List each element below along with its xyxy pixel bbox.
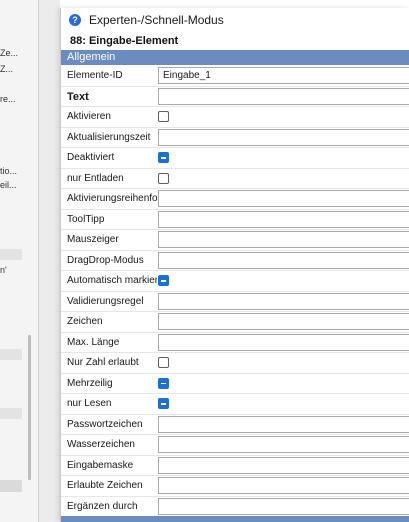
property-input[interactable] <box>158 87 409 105</box>
left-pane-band <box>0 349 22 360</box>
property-checkbox[interactable] <box>158 357 169 368</box>
left-pane-text: re... <box>0 94 16 104</box>
property-label: Nur Zahl erlaubt <box>67 357 139 368</box>
property-row: Wasserzeichen <box>61 435 409 456</box>
property-label: ToolTipp <box>67 213 105 225</box>
property-input[interactable] <box>158 251 409 269</box>
property-label: Validierungsregel <box>67 295 144 307</box>
property-row: Deaktiviert <box>61 148 409 169</box>
property-row: Erlaubte Zeichen <box>61 476 409 497</box>
property-input[interactable] <box>158 436 409 453</box>
property-label: Wasserzeichen <box>67 439 135 450</box>
property-row: ToolTipp <box>61 210 409 230</box>
property-row: Eingabemaske <box>61 456 409 476</box>
window-title: Experten-/Schnell-Modus <box>89 13 224 27</box>
property-label: Mehrzeilig <box>67 377 113 389</box>
left-pane-text: Z... <box>0 64 13 74</box>
property-input[interactable] <box>158 313 409 330</box>
property-row: Nur Zahl erlaubt <box>61 353 409 374</box>
property-row: Passwortzeichen <box>61 415 409 435</box>
property-row: Text <box>61 87 409 107</box>
property-checkbox[interactable] <box>158 275 169 286</box>
property-label: Ergänzen durch <box>67 500 138 512</box>
title-bar: ? Experten-/Schnell-Modus <box>61 8 409 30</box>
property-label: Max. Länge <box>67 336 120 348</box>
property-row: DragDrop-Modus <box>61 251 409 271</box>
property-row: Elemente-ID Eingabe_1 <box>61 66 409 87</box>
property-label: nur Entladen <box>67 172 124 184</box>
property-row: Aktualisierungszeit <box>61 128 409 148</box>
property-label: DragDrop-Modus <box>67 254 144 266</box>
property-row: Mehrzeilig <box>61 374 409 394</box>
property-label: Text <box>67 90 89 103</box>
property-row: Aktivierungsreihenfolge <box>61 189 409 210</box>
property-row: Automatisch markieren <box>61 271 409 292</box>
property-panel: ? Experten-/Schnell-Modus 88: Eingabe-El… <box>60 8 409 522</box>
left-pane-text: Ze... <box>0 48 19 58</box>
property-row: Ergänzen durch <box>61 497 409 517</box>
property-checkbox[interactable] <box>158 111 169 122</box>
property-row: Validierungsregel <box>61 292 409 312</box>
left-pane-scrollbar[interactable] <box>28 335 31 480</box>
property-label: Elemente-ID <box>67 70 123 81</box>
property-input[interactable] <box>158 415 409 433</box>
property-label: Erlaubte Zeichen <box>67 480 143 491</box>
property-label: Passwortzeichen <box>67 418 143 430</box>
property-label: Aktualisierungszeit <box>67 131 151 143</box>
property-row: Aktivieren <box>61 107 409 128</box>
help-icon[interactable]: ? <box>69 14 81 26</box>
property-row: Zeichen <box>61 312 409 333</box>
property-input[interactable] <box>158 128 409 146</box>
property-input[interactable] <box>158 210 409 228</box>
left-pane-band <box>0 249 22 260</box>
property-row: nur Lesen <box>61 394 409 415</box>
section-header[interactable]: Allgemein <box>61 50 409 65</box>
section-label: Allgemein <box>67 51 116 63</box>
property-input[interactable] <box>158 477 409 494</box>
property-label: nur Lesen <box>67 398 112 409</box>
property-input[interactable] <box>158 190 409 207</box>
section-header-next[interactable] <box>61 516 409 522</box>
left-pane-text: tio... <box>0 166 18 176</box>
property-input[interactable] <box>158 333 409 351</box>
property-row: Max. Länge <box>61 333 409 353</box>
property-input[interactable] <box>158 497 409 515</box>
property-checkbox[interactable] <box>158 152 169 163</box>
property-input[interactable] <box>158 292 409 310</box>
property-label: Mauszeiger <box>67 234 119 245</box>
property-input[interactable]: Eingabe_1 <box>158 67 409 84</box>
property-row: nur Entladen <box>61 169 409 189</box>
property-input[interactable] <box>158 456 409 474</box>
property-row: Mauszeiger <box>61 230 409 251</box>
property-input[interactable] <box>158 231 409 248</box>
property-checkbox[interactable] <box>158 172 169 184</box>
left-pane-band <box>0 480 22 492</box>
left-pane-band <box>0 408 22 419</box>
left-pane-text: eil... <box>0 180 17 190</box>
property-label: Aktivierungsreihenfolge <box>67 193 157 204</box>
property-label: Eingabemaske <box>67 459 134 471</box>
property-checkbox[interactable] <box>158 398 169 409</box>
property-label: Zeichen <box>67 316 103 327</box>
left-pane-text: n' <box>0 265 7 275</box>
element-title: 88: Eingabe-Element <box>70 35 179 47</box>
property-label: Automatisch markieren <box>67 275 157 286</box>
splitter[interactable] <box>38 0 60 522</box>
property-label: Aktivieren <box>67 111 111 122</box>
property-label: Deaktiviert <box>67 152 115 163</box>
property-checkbox[interactable] <box>158 377 169 389</box>
background-left-pane: Ze... Z... re... tio... eil... n' <box>0 0 38 522</box>
